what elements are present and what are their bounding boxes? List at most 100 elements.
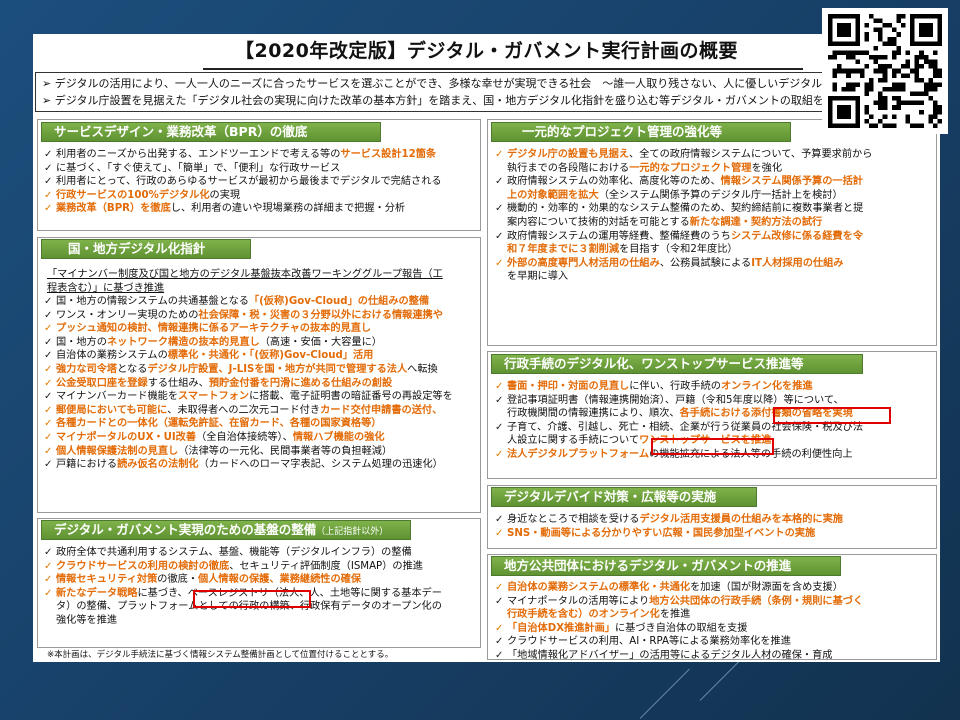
kuni-lead-line: 「マイナンバー制度及び国と地方のデジタル基盤抜本改善ワーキンググループ報告（工: [47, 269, 443, 280]
list-item: ✓ 外部の高度専門人材活用の仕組み、公務員試験によるIT人材採用の仕組み: [494, 257, 934, 271]
checkmark-icon: ✓: [44, 560, 53, 572]
highlight-text: 個人情報保護法制の見直し: [56, 445, 179, 457]
item-text: 行政機関間の情報連携により、順次、: [507, 408, 680, 420]
qr-module: [828, 55, 833, 60]
item-text: 強化等を推進: [56, 614, 118, 626]
qr-module: [882, 68, 888, 74]
qr-module: [850, 82, 856, 87]
qr-module: [900, 23, 906, 28]
qr-module: [873, 27, 879, 33]
bpr-list: ✓ 利用者のニーズから出発する、エンドツーエンドで考える等のサービス設計12箇条 ✓…: [43, 148, 479, 216]
highlight-text: 法人デジタルプラットフォーム: [507, 448, 650, 460]
item-text: 戸籍における: [56, 459, 118, 471]
qr-module: [910, 123, 915, 128]
qr-module: [914, 100, 920, 106]
highlight-box-base-registry: [193, 590, 311, 608]
highlight-text: マイナポータルのUX・UI改善: [56, 431, 197, 443]
qr-module: [837, 105, 851, 119]
item-text: 政府情報システムの効率化、高度化等のため、: [507, 176, 721, 188]
highlight-text: 個人情報の保護、業務継続性の確保: [198, 574, 362, 586]
qr-module: [864, 32, 870, 37]
highlight-text: 読み仮名の法制化: [117, 459, 199, 471]
item-text: を目指す（令和2年度比）: [619, 244, 738, 256]
highlight-text: 和７年度までに３割削減: [507, 244, 620, 256]
qr-module: [887, 123, 892, 128]
item-text: 執行までの各段階における: [507, 162, 630, 174]
qr-module: [828, 14, 833, 46]
qr-module: [882, 105, 888, 110]
qr-module: [859, 68, 865, 74]
item-text: （全システム関係予算のデジタル庁一括計上を検討）: [598, 189, 843, 201]
highlight-text: 上の対象範囲を拡大: [507, 189, 599, 201]
list-item: ✓ 身近なところで相談を受けるデジタル活用支援員の仕組みを本格的に実施: [494, 513, 934, 527]
kiban-list: ✓ 政府全体で共通利用するシステム、基盤、機能等（デジタルインフラ）の整備 ✓ クラウ…: [43, 546, 479, 628]
qr-module: [919, 64, 924, 69]
qr-module: [869, 14, 874, 19]
qr-module: [855, 96, 860, 128]
list-item-continuation: 強化等を推進: [43, 614, 479, 628]
list-item: ✓ デジタル庁の設置も見据え、全ての政府情報システムについて、予算要求前から: [494, 148, 934, 162]
qr-module: [914, 123, 920, 128]
qr-module: [891, 82, 897, 87]
qr-module: [864, 50, 870, 56]
checkmark-icon: ✓: [495, 203, 504, 215]
checkmark-icon: ✓: [495, 514, 504, 525]
checkmark-icon: ✓: [495, 257, 504, 269]
qr-module: [910, 100, 915, 106]
kiban-header: デジタル・ガバメント実現のための基盤の整備（上記指針以外）: [41, 520, 411, 540]
qr-module: [878, 27, 883, 33]
highlight-text: 外部の高度専門人材活用の仕組み: [507, 257, 660, 269]
qr-module: [919, 55, 924, 60]
intro-line: ➢ デジタルの活用により、一人一人のニーズに合ったサービスを選ぶことができ、多様…: [42, 77, 845, 90]
item-text: 国・地方の: [56, 336, 107, 348]
list-item: ✓ 業務改革（BPR）を徹底し、利用者の違いや現場業務の詳細まで把握・分析: [43, 202, 479, 216]
checkmark-icon: ✓: [495, 622, 504, 634]
list-item-continuation: 行政手続を含む）のオンライン化を推進: [494, 608, 934, 622]
qr-module: [928, 82, 933, 87]
list-item: ✓ 書面・押印・対面の見直しに伴い、行政手続のオンライン化を推進: [494, 380, 934, 394]
highlight-text: プッシュ通知の検討、情報連携に係るアーキテクチャの抜本的見直し: [56, 323, 372, 335]
kuni-lead-line: 程表含む）」に基づき推進: [47, 282, 165, 294]
qr-module: [828, 14, 860, 19]
list-item-continuation: 執行までの各段階における一元的なプロジェクト管理を強化: [494, 162, 934, 176]
qr-module: [837, 68, 842, 74]
highlight-text: 各種カードとの一体化（運転免許証、在留カード、各種の国家資格等）: [56, 418, 382, 430]
checkmark-icon: ✓: [495, 649, 504, 661]
highlight-box-attachments: [773, 407, 891, 424]
item-text: 案内容について技術的対話を可能とする: [507, 216, 690, 228]
list-item: ✓ 国・地方のネットワーク構造の抜本的見直し（高速・安価・大容量に）: [43, 336, 479, 350]
qr-module: [828, 41, 860, 46]
highlight-text: 郵便局においても可能に: [56, 404, 168, 416]
project-list: ✓ デジタル庁の設置も見据え、全ての政府情報システムについて、予算要求前から 執行ま…: [494, 148, 934, 284]
highlight-text: 情報セキュリティ対策: [56, 574, 158, 586]
qr-module: [932, 59, 938, 65]
qr-module: [878, 18, 883, 24]
checkmark-icon: ✓: [44, 547, 53, 558]
qr-module: [919, 23, 933, 37]
qr-module: [864, 109, 870, 115]
qr-module: [896, 86, 901, 92]
qr-module: [882, 114, 888, 119]
qr-module: [905, 59, 911, 65]
qr-module: [932, 68, 938, 74]
item-text: （全自治体接続等）、: [196, 431, 293, 443]
bpr-header: サービスデザイン・業務改革（BPR）の徹底: [41, 122, 381, 142]
highlight-text: 自治体の業務システムの標準化・共通化: [507, 582, 691, 593]
qr-module: [873, 55, 879, 60]
intro-line: ➢ デジタル庁設置を見据えた「デジタル社会の実現に向けた改革の基本方針」を踏まえ…: [42, 94, 846, 107]
divide-list: ✓ 身近なところで相談を受けるデジタル活用支援員の仕組みを本格的に実施 ✓ SNS・動…: [494, 513, 934, 540]
intro-box: ➢ デジタルの活用により、一人一人のニーズに合ったサービスを選ぶことができ、多様…: [35, 72, 938, 112]
item-text: を早期に導入: [507, 271, 569, 283]
highlight-text: 書面・押印・対面の見直し: [507, 381, 630, 392]
checkmark-icon: ✓: [44, 323, 53, 335]
qr-module: [869, 123, 874, 128]
qr-module: [919, 123, 924, 128]
qr-module: [873, 100, 879, 106]
highlight-text: 業務改革（BPR）を徹底: [56, 203, 171, 215]
item-text: 自治体の業務システムの: [56, 350, 168, 362]
chiho-list: ✓ 自治体の業務システムの標準化・共通化を加速（国が財源面を含め支援） ✓ マイナポー…: [494, 581, 934, 662]
list-item: ✓ 情報セキュリティ対策の徹底・個人情報の保護、業務継続性の確保: [43, 573, 479, 587]
qr-module: [928, 96, 933, 101]
list-item: ✓ 登記事項証明書（情報連携開始済）、戸籍（令和5年度以降）等について、: [494, 394, 934, 408]
list-item: ✓ マイナンバーカード機能をスマートフォンに搭載、電子証明書の暗証番号の再設定等を: [43, 390, 479, 404]
